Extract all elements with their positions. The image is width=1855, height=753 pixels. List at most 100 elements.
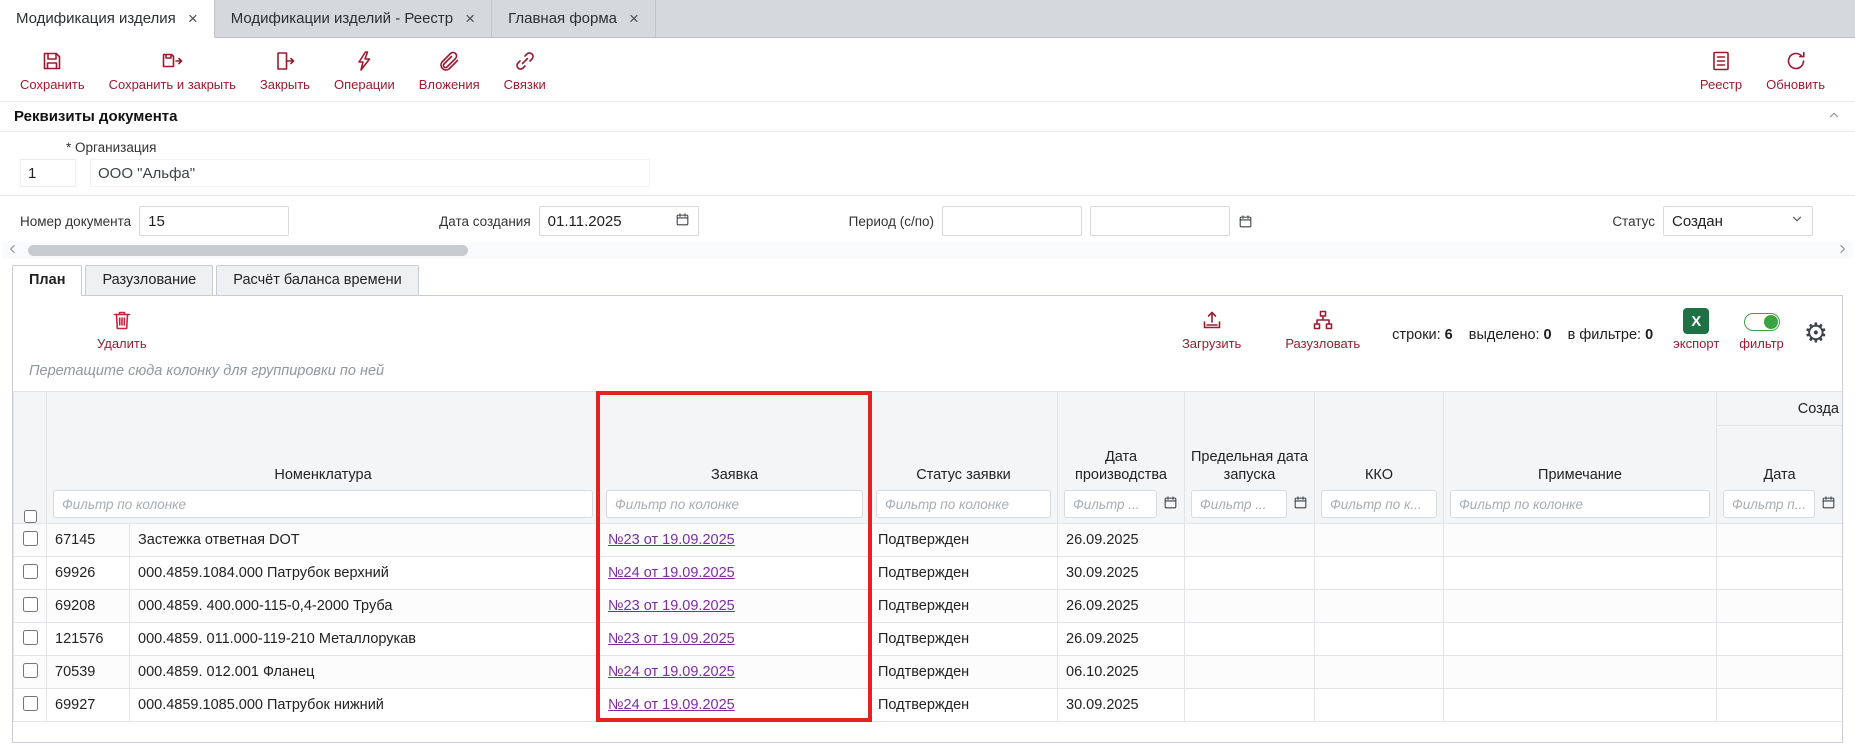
row-checkbox[interactable] — [23, 531, 38, 546]
period-to-input[interactable] — [1090, 206, 1230, 236]
period-calendar-icon[interactable] — [1238, 214, 1253, 229]
column-header-date[interactable]: Дата — [1717, 426, 1843, 524]
cell-date — [1717, 689, 1843, 722]
cell-date — [1717, 656, 1843, 689]
request-link[interactable]: №23 от 19.09.2025 — [608, 532, 735, 548]
cell-kko — [1315, 656, 1444, 689]
request-link[interactable]: №24 от 19.09.2025 — [608, 565, 735, 581]
window-tab-registry[interactable]: Модификации изделий - Реестр × — [215, 0, 492, 37]
row-checkbox[interactable] — [23, 564, 38, 579]
column-header-kko[interactable]: ККО — [1315, 392, 1444, 524]
cell-deadline — [1185, 689, 1315, 722]
links-button[interactable]: Связки — [492, 45, 558, 96]
delete-button[interactable]: Удалить — [27, 304, 159, 355]
toggle-on-icon[interactable] — [1744, 313, 1780, 331]
close-button[interactable]: Закрыть — [248, 45, 322, 96]
tab-plan[interactable]: План — [12, 265, 82, 296]
select-all-checkbox[interactable] — [24, 510, 37, 523]
cell-production-date: 30.09.2025 — [1058, 557, 1185, 590]
organization-name-field[interactable]: ООО "Альфа" — [90, 159, 650, 187]
organization-label: * Организация — [66, 140, 1855, 155]
calendar-icon[interactable] — [1293, 495, 1308, 514]
window-tab-main-form[interactable]: Главная форма × — [492, 0, 656, 37]
tab-time-balance[interactable]: Расчёт баланса времени — [216, 265, 419, 295]
doc-number-input[interactable] — [139, 206, 289, 236]
row-checkbox[interactable] — [23, 630, 38, 645]
date-created-input[interactable]: 01.11.2025 — [539, 206, 699, 236]
upload-icon — [1200, 308, 1224, 335]
organization-code-field[interactable]: 1 — [20, 159, 76, 187]
tab-close-icon[interactable]: × — [465, 10, 475, 27]
filter-input-deadline[interactable] — [1191, 490, 1287, 518]
filter-input-note[interactable] — [1450, 490, 1710, 518]
collapse-chevron-icon[interactable] — [1827, 108, 1841, 126]
period-from-input[interactable] — [942, 206, 1082, 236]
request-link[interactable]: №24 от 19.09.2025 — [608, 664, 735, 680]
filter-input-nomenclature[interactable] — [53, 490, 593, 518]
row-checkbox[interactable] — [23, 663, 38, 678]
select-all-header — [14, 392, 47, 524]
column-header-nomenclature[interactable]: Номенклатура — [47, 392, 600, 524]
filter-input-kko[interactable] — [1321, 490, 1437, 518]
save-and-close-button[interactable]: Сохранить и закрыть — [97, 45, 248, 96]
paperclip-icon — [437, 49, 461, 76]
floppy-save-close-icon — [160, 49, 184, 76]
filter-toggle[interactable]: фильтр — [1739, 309, 1783, 351]
operations-button[interactable]: Операции — [322, 45, 407, 96]
column-header-note[interactable]: Примечание — [1444, 392, 1717, 524]
window-tab-modification[interactable]: Модификация изделия × — [0, 0, 215, 38]
table-row[interactable]: 69208 000.4859. 400.000-115-0,4-2000 Тру… — [14, 590, 1843, 623]
table-row[interactable]: 69926 000.4859.1084.000 Патрубок верхний… — [14, 557, 1843, 590]
cell-date — [1717, 623, 1843, 656]
cell-deadline — [1185, 524, 1315, 557]
cell-request-status: Подтвержден — [870, 524, 1058, 557]
cell-id: 69208 — [47, 590, 130, 623]
attachments-button[interactable]: Вложения — [407, 45, 492, 96]
request-link[interactable]: №24 от 19.09.2025 — [608, 697, 735, 713]
row-checkbox[interactable] — [23, 597, 38, 612]
group-by-drop-zone[interactable]: Перетащите сюда колонку для группировки … — [13, 355, 1842, 391]
cell-kko — [1315, 524, 1444, 557]
row-checkbox[interactable] — [23, 696, 38, 711]
tab-close-icon[interactable]: × — [629, 10, 639, 27]
table-row[interactable]: 67145 Застежка ответная DOT №23 от 19.09… — [14, 524, 1843, 557]
cell-id: 121576 — [47, 623, 130, 656]
table-row[interactable]: 121576 000.4859. 011.000-119-210 Металло… — [14, 623, 1843, 656]
load-button[interactable]: Загрузить — [1170, 304, 1253, 355]
cell-date — [1717, 590, 1843, 623]
cell-note — [1444, 623, 1717, 656]
tab-close-icon[interactable]: × — [188, 10, 198, 27]
refresh-button[interactable]: Обновить — [1754, 45, 1837, 96]
request-link[interactable]: №23 от 19.09.2025 — [608, 631, 735, 647]
document-details-section-header: Реквизиты документа — [0, 102, 1855, 132]
registry-button[interactable]: Реестр — [1688, 45, 1754, 96]
column-header-request[interactable]: Заявка — [600, 392, 870, 524]
column-header-request-status[interactable]: Статус заявки — [870, 392, 1058, 524]
cell-nomenclature: 000.4859.1084.000 Патрубок верхний — [130, 557, 600, 590]
export-excel-button[interactable]: X экспорт — [1673, 308, 1719, 351]
gear-icon[interactable]: ⚙ — [1804, 312, 1828, 347]
status-select[interactable]: Создан — [1663, 206, 1813, 236]
calendar-icon[interactable] — [1163, 495, 1178, 514]
column-header-deadline[interactable]: Предельная дата запуска — [1185, 392, 1315, 524]
cell-nomenclature: 000.4859.1085.000 Патрубок нижний — [130, 689, 600, 722]
filter-input-request-status[interactable] — [876, 490, 1051, 518]
scroll-right-icon[interactable] — [1835, 242, 1849, 260]
request-link[interactable]: №23 от 19.09.2025 — [608, 598, 735, 614]
cell-note — [1444, 689, 1717, 722]
scrollbar-thumb[interactable] — [28, 245, 468, 256]
horizontal-scrollbar[interactable] — [2, 242, 1853, 259]
column-header-production-date[interactable]: Дата производства — [1058, 392, 1185, 524]
cell-nomenclature: 000.4859. 012.001 Фланец — [130, 656, 600, 689]
scroll-left-icon[interactable] — [6, 242, 20, 260]
filter-input-request[interactable] — [606, 490, 863, 518]
save-button[interactable]: Сохранить — [8, 45, 97, 96]
table-row[interactable]: 69927 000.4859.1085.000 Патрубок нижний … — [14, 689, 1843, 722]
filter-input-date[interactable] — [1723, 490, 1815, 518]
calendar-icon[interactable] — [675, 212, 690, 231]
table-row[interactable]: 70539 000.4859. 012.001 Фланец №24 от 19… — [14, 656, 1843, 689]
unnest-button[interactable]: Разузловать — [1273, 304, 1372, 355]
tab-unnesting[interactable]: Разузлование — [85, 265, 213, 295]
filter-input-production-date[interactable] — [1064, 490, 1157, 518]
calendar-icon[interactable] — [1821, 495, 1836, 514]
